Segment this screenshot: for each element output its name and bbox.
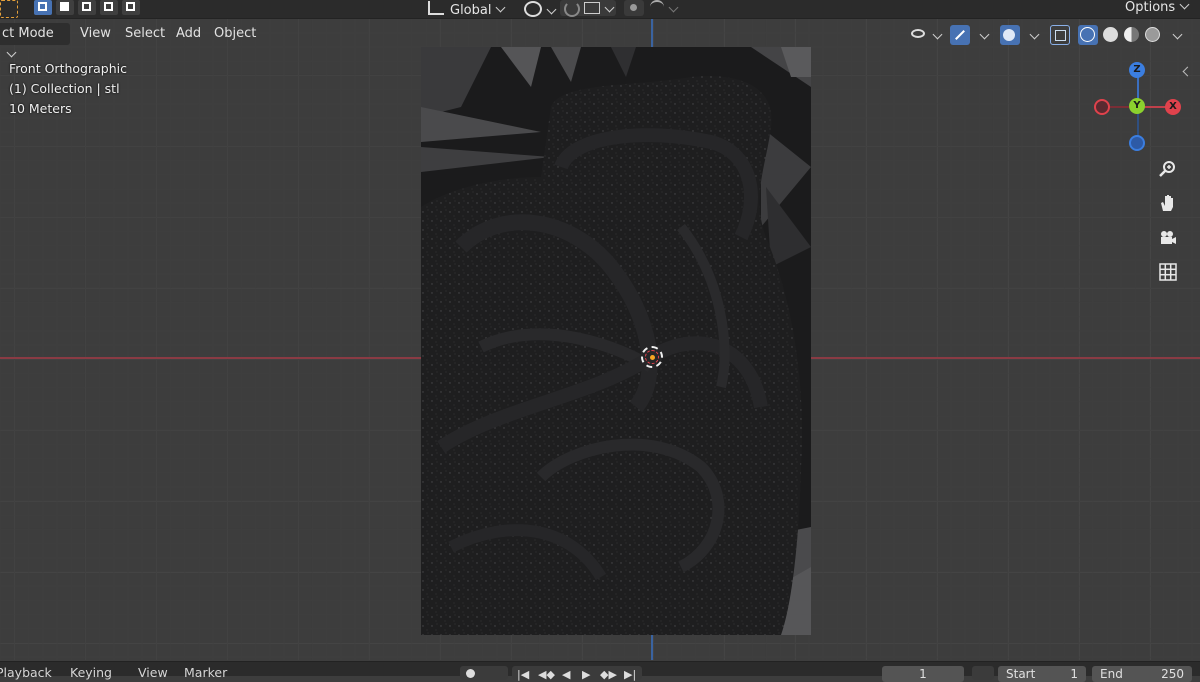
- gizmo-x-ball[interactable]: X: [1165, 99, 1181, 115]
- select-new-button[interactable]: [34, 0, 52, 15]
- pivot-point-dropdown[interactable]: [524, 0, 557, 17]
- clock-icon[interactable]: [972, 666, 994, 680]
- start-label: Start: [1006, 667, 1036, 681]
- options-label: Options: [1125, 0, 1176, 15]
- chevron-down-icon: [1179, 0, 1190, 10]
- gizmo-neg-x-ball[interactable]: [1094, 99, 1110, 115]
- object-origin-point: [650, 355, 655, 360]
- view-name-label: Front Orthographic: [9, 61, 127, 76]
- rendered-sphere-icon[interactable]: [1145, 27, 1160, 42]
- select-difference-button[interactable]: [100, 0, 118, 15]
- menu-add[interactable]: Add: [176, 23, 201, 45]
- solid-sphere-icon[interactable]: [1103, 27, 1118, 42]
- snapping-group[interactable]: [560, 0, 616, 17]
- menu-select[interactable]: Select: [125, 23, 165, 45]
- playback-menu[interactable]: Playback: [0, 666, 52, 680]
- chevron-down-icon[interactable]: [1029, 29, 1040, 40]
- overlay-toggle-button[interactable]: [1000, 25, 1020, 45]
- chevron-down-icon: [496, 2, 506, 13]
- marker-menu[interactable]: Marker: [184, 666, 227, 680]
- select-subtract-button[interactable]: [78, 0, 96, 15]
- selection-mode-group: [34, 0, 140, 16]
- transform-orientation-dropdown[interactable]: Global: [428, 0, 506, 18]
- end-value: 250: [1161, 667, 1184, 681]
- record-dot-icon: [466, 669, 475, 678]
- visibility-dropdown[interactable]: [908, 25, 943, 45]
- tool-header: Global Options: [0, 0, 1200, 19]
- chevron-down-icon[interactable]: [1172, 29, 1183, 40]
- snap-magnet-icon: [564, 1, 580, 17]
- zoom-icon[interactable]: [1156, 157, 1180, 181]
- gizmo-y-ball[interactable]: Y: [1129, 98, 1145, 114]
- start-value: 1: [1070, 667, 1078, 681]
- select-new-icon: [38, 2, 47, 11]
- material-sphere-icon[interactable]: [1124, 27, 1139, 42]
- timeline-header: Playback Keying View Marker |◀ ◀◆ ◀ ▶ ◆▶…: [0, 661, 1200, 682]
- select-subtract-icon: [82, 2, 91, 11]
- orientation-axes-icon: [428, 1, 444, 15]
- gizmo-z-ball[interactable]: Z: [1129, 62, 1145, 78]
- options-dropdown[interactable]: Options: [1125, 0, 1190, 16]
- current-frame-field[interactable]: 1: [882, 666, 964, 682]
- falloff-curve-icon: [650, 0, 664, 14]
- grid-icon[interactable]: [1156, 260, 1180, 284]
- gizmo-arrow-icon: [955, 30, 965, 40]
- mode-dropdown[interactable]: ct Mode: [0, 23, 70, 58]
- proportional-edit-toggle[interactable]: [624, 0, 644, 16]
- view-menu[interactable]: View: [138, 666, 168, 680]
- gizmo-neg-z-ball[interactable]: [1129, 135, 1145, 151]
- collection-label: (1) Collection | stl: [9, 81, 120, 96]
- hand-pan-icon[interactable]: [1156, 191, 1180, 215]
- snap-increment-icon: [584, 2, 600, 14]
- mode-label: ct Mode: [2, 26, 54, 41]
- start-frame-field[interactable]: Start 1: [998, 666, 1086, 682]
- gizmo-toggle-button[interactable]: [950, 25, 970, 45]
- select-intersect-button[interactable]: [122, 0, 140, 15]
- orientation-label: Global: [450, 3, 492, 18]
- keying-menu[interactable]: Keying: [70, 666, 112, 680]
- chevron-down-icon: [6, 47, 17, 58]
- select-extend-icon: [60, 2, 69, 11]
- end-frame-field[interactable]: End 250: [1092, 666, 1192, 682]
- playback-controls[interactable]: |◀ ◀◆ ◀ ▶ ◆▶ ▶|: [512, 666, 642, 681]
- camera-icon[interactable]: [1156, 226, 1180, 250]
- overlay-circles-icon: [1003, 29, 1015, 41]
- select-tool-icon[interactable]: [0, 0, 18, 18]
- chevron-down-icon[interactable]: [979, 29, 990, 40]
- select-extend-button[interactable]: [56, 0, 74, 15]
- chevron-down-icon: [932, 29, 943, 40]
- falloff-dropdown[interactable]: [650, 0, 679, 16]
- xray-toggle-button[interactable]: [1050, 25, 1070, 45]
- menu-object[interactable]: Object: [214, 23, 256, 45]
- 3d-viewport[interactable]: Front Orthographic (1) Collection | stl …: [0, 0, 1200, 660]
- stl-mesh-object[interactable]: [421, 47, 811, 635]
- shading-wireframe-button[interactable]: [1078, 25, 1098, 45]
- grid-scale-label: 10 Meters: [9, 101, 72, 116]
- eye-icon: [911, 29, 925, 38]
- end-label: End: [1100, 667, 1123, 681]
- menu-view[interactable]: View: [80, 23, 111, 45]
- viewport-header: ct Mode View Select Add Object: [0, 23, 1200, 58]
- xray-icon: [1055, 30, 1066, 41]
- pivot-icon: [524, 1, 542, 17]
- chevron-down-icon: [668, 2, 679, 13]
- chevron-down-icon: [546, 4, 557, 15]
- select-intersect-icon: [126, 2, 135, 11]
- wireframe-sphere-icon: [1080, 27, 1095, 42]
- chevron-down-icon: [604, 2, 615, 13]
- proportional-edit-icon: [630, 4, 637, 11]
- select-difference-icon: [104, 2, 113, 11]
- record-toggle[interactable]: [460, 666, 508, 680]
